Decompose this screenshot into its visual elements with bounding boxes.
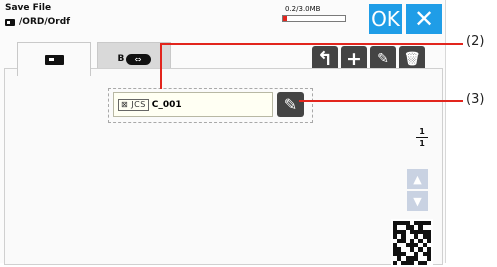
page-current: 1 xyxy=(419,127,425,136)
new-folder-icon: + xyxy=(346,48,362,70)
file-edit-button[interactable]: ✎ xyxy=(277,92,304,117)
page-title: Save File xyxy=(5,3,52,13)
callout-label-3: (3) xyxy=(466,92,485,107)
path-text: /ORD/Ordf xyxy=(19,17,71,27)
file-name: C_001 xyxy=(151,99,182,110)
file-type: JCS xyxy=(131,99,146,109)
ok-button[interactable]: OK xyxy=(369,4,402,34)
pencil-icon: ✎ xyxy=(377,51,389,67)
scroll-up-button[interactable]: ▲ xyxy=(407,169,428,189)
usb-drive-icon: B ⇔ xyxy=(118,53,151,65)
callout-label-2: (2) xyxy=(466,34,485,49)
callout-line-2-horizontal xyxy=(160,43,463,45)
close-button[interactable]: ✕ xyxy=(406,4,442,34)
pencil-icon: ✎ xyxy=(283,95,298,114)
callout-line-2 xyxy=(160,43,162,89)
file-item[interactable]: ⊠ JCS C_001 xyxy=(113,92,273,117)
trash-icon: 🗑 xyxy=(403,51,421,67)
qr-code xyxy=(391,219,433,267)
page-total: 1 xyxy=(419,139,425,148)
callout-line-3 xyxy=(299,100,463,102)
close-icon: ✕ xyxy=(413,5,435,33)
screen: Save File /ORD/Ordf 0.2/3.0MB OK ✕ B ⇔ ↰… xyxy=(0,0,446,267)
embroidery-file-icon: ⊠ JCS xyxy=(118,98,149,111)
scroll-down-icon: ▼ xyxy=(413,194,422,208)
machine-memory-icon xyxy=(44,54,64,65)
capacity-text: 0.2/3.0MB xyxy=(285,5,321,13)
tab-machine[interactable] xyxy=(17,42,91,76)
scroll-up-icon: ▲ xyxy=(413,172,422,186)
usb-tab-label: B xyxy=(117,54,125,64)
internal-memory-icon xyxy=(5,18,15,26)
current-path: /ORD/Ordf xyxy=(5,17,70,27)
capacity-bar xyxy=(282,15,346,22)
scroll-down-button[interactable]: ▼ xyxy=(407,191,428,211)
capacity-bar-fill xyxy=(283,16,288,21)
page-indicator: 1 1 xyxy=(416,127,428,148)
folder-up-icon: ↰ xyxy=(317,48,333,70)
